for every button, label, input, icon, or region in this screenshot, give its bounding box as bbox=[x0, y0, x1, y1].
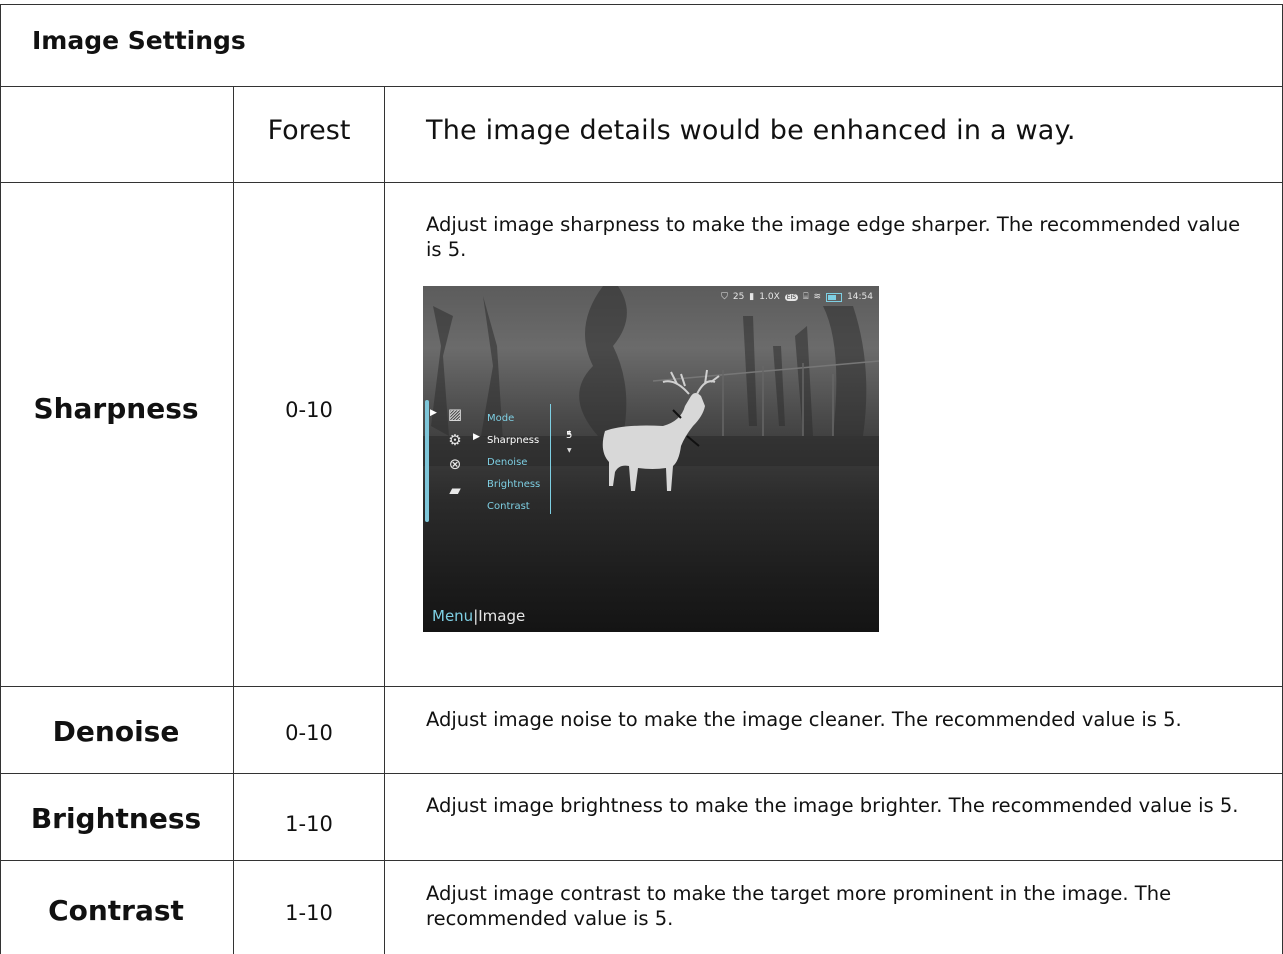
menu-item-denoise[interactable]: Denoise bbox=[487, 452, 540, 474]
thermal-screenshot: ⛉ 25 ▮ 1.0X EIS ⌸ ≋ 14:54 ▨ ⚙ ⊗ ▰ ▶ ▶ Mo… bbox=[423, 286, 879, 632]
bottom-breadcrumb: Menu|Image bbox=[432, 607, 526, 625]
selected-item-arrow-icon: ▶ bbox=[473, 432, 480, 442]
row-divider bbox=[0, 686, 1283, 687]
clock-time: 14:54 bbox=[847, 292, 873, 302]
status-bar: ⛉ 25 ▮ 1.0X EIS ⌸ ≋ 14:54 bbox=[721, 292, 873, 302]
settings-table: Image Settings Forest The image details … bbox=[0, 0, 1283, 954]
image-icon[interactable]: ▨ bbox=[445, 406, 465, 422]
gear-icon[interactable]: ⚙ bbox=[445, 432, 465, 448]
param-range-brightness: 1-10 bbox=[285, 812, 333, 836]
deer-antlers bbox=[662, 369, 720, 395]
mode-description: The image details would be enhanced in a… bbox=[426, 115, 1076, 146]
param-description-denoise: Adjust image noise to make the image cle… bbox=[426, 708, 1182, 731]
active-section-arrow-icon: ▶ bbox=[430, 408, 437, 418]
column-divider bbox=[384, 86, 385, 954]
table-border-left bbox=[0, 4, 1, 954]
menu-item-brightness[interactable]: Brightness bbox=[487, 474, 540, 496]
row-divider bbox=[0, 86, 1283, 87]
param-description-brightness: Adjust image brightness to make the imag… bbox=[426, 794, 1239, 817]
selected-value: 5 bbox=[566, 430, 573, 441]
eis-icon: EIS bbox=[784, 293, 799, 301]
menu-accent-bar bbox=[425, 400, 429, 522]
wifi-icon: ≋ bbox=[813, 292, 822, 302]
param-name-contrast: Contrast bbox=[48, 894, 184, 927]
folder-icon[interactable]: ▰ bbox=[445, 482, 465, 498]
mode-name: Forest bbox=[267, 115, 351, 146]
camera-icon: ▮ bbox=[749, 292, 755, 302]
aperture-icon[interactable]: ⊗ bbox=[445, 456, 465, 472]
timer-value: 25 bbox=[732, 292, 745, 302]
param-description-contrast: Adjust image contrast to make the target… bbox=[426, 882, 1172, 930]
image-mode-icon: ⌸ bbox=[803, 292, 809, 302]
param-name-denoise: Denoise bbox=[52, 715, 180, 748]
table-title: Image Settings bbox=[32, 26, 246, 55]
row-divider bbox=[0, 773, 1283, 774]
menu-divider bbox=[550, 404, 551, 514]
battery-icon bbox=[826, 292, 843, 302]
param-name-brightness: Brightness bbox=[30, 802, 202, 835]
row-divider bbox=[0, 860, 1283, 861]
param-name-sharpness: Sharpness bbox=[33, 392, 199, 425]
breadcrumb-menu: Menu bbox=[432, 607, 474, 625]
shield-icon: ⛉ bbox=[721, 292, 728, 302]
zoom-value: 1.0X bbox=[759, 292, 780, 302]
param-range-denoise: 0-10 bbox=[285, 721, 333, 745]
param-range-contrast: 1-10 bbox=[285, 901, 333, 925]
row-divider bbox=[0, 182, 1283, 183]
menu-item-sharpness[interactable]: Sharpness bbox=[487, 430, 540, 452]
menu-list: Mode Sharpness Denoise Brightness Contra… bbox=[487, 408, 540, 518]
param-range-sharpness: 0-10 bbox=[285, 398, 333, 422]
breadcrumb-image: Image bbox=[478, 607, 526, 625]
table-border-top bbox=[0, 4, 1283, 5]
menu-item-contrast[interactable]: Contrast bbox=[487, 496, 540, 518]
param-description-sharpness: Adjust image sharpness to make the image… bbox=[426, 213, 1241, 261]
menu-item-mode[interactable]: Mode bbox=[487, 408, 540, 430]
